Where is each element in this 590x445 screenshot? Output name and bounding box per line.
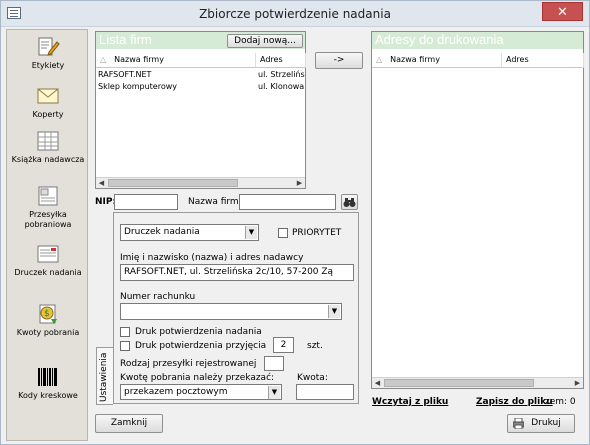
print-list-panel: Adresy do drukowania △ Nazwa firmy Adres …: [371, 31, 584, 389]
sidebar-item-label: Książka nadawcza: [11, 155, 85, 164]
print-accept-label: Druk potwierdzenia przyjęcia: [135, 341, 267, 351]
scroll-right-icon[interactable]: ▶: [294, 178, 305, 188]
sidebar-item-label: Przesyłka pobraniowa: [24, 210, 72, 229]
firm-address-cell: ul. Klonowa 2: [258, 82, 305, 91]
firms-list-panel: Lista firm Dodaj nową... △ Nazwa firmy Ad…: [95, 31, 306, 189]
firm-address-cell: ul. Strzelińsk: [258, 70, 305, 79]
sidebar-item-kwoty-pobrania[interactable]: $ Kwoty pobrania: [7, 303, 89, 338]
parcel-form-icon: [36, 185, 60, 207]
scroll-left-icon[interactable]: ◀: [372, 378, 383, 388]
sidebar-item-label: Koperty: [32, 110, 64, 119]
copies-input[interactable]: 2: [273, 337, 294, 353]
scroll-thumb[interactable]: [384, 379, 534, 387]
scroll-left-icon[interactable]: ◀: [96, 178, 107, 188]
column-header-name[interactable]: △ Nazwa firmy: [372, 53, 502, 68]
sidebar-item-druczek-nadania[interactable]: Druczek nadania: [7, 243, 89, 278]
sidebar-item-przesylka-pobraniowa[interactable]: Przesyłka pobraniowa: [7, 185, 89, 230]
firms-horizontal-scrollbar[interactable]: ◀ ▶: [96, 177, 305, 188]
sidebar-item-kody-kreskowe[interactable]: Kody kreskowe: [7, 366, 89, 401]
sidebar-item-label: Kody kreskowe: [18, 391, 78, 400]
save-to-file-link[interactable]: Zapisz do pliku: [476, 397, 553, 407]
sidebar-item-ksiazka-nadawcza[interactable]: Książka nadawcza: [7, 130, 89, 165]
load-from-file-link[interactable]: Wczytaj z pliku: [372, 397, 448, 407]
chevron-down-icon: ▼: [245, 226, 257, 239]
sidebar-item-label: Etykiety: [31, 61, 65, 70]
add-firm-button[interactable]: Dodaj nową...: [227, 34, 303, 48]
print-accept-checkbox[interactable]: [120, 341, 130, 351]
chevron-down-icon: ▼: [268, 386, 280, 399]
cod-label: Kwotę pobrania należy przekazać:: [120, 373, 275, 383]
settings-panel: Druczek nadania ▼ PRIORYTET Imię i nazwi…: [113, 212, 359, 404]
firm-name-cell: RAFSOFT.NET: [98, 70, 152, 79]
name-filter-label: Nazwa firmy:: [188, 197, 247, 207]
shipment-type-label: Rodzaj przesyłki rejestrowanej: [120, 359, 257, 369]
label-pen-icon: [36, 36, 60, 58]
sidebar-item-etykiety[interactable]: Etykiety: [7, 36, 89, 71]
print-confirm-label: Druk potwierdzenia nadania: [135, 327, 262, 337]
column-header-address[interactable]: Adres: [256, 53, 306, 68]
copies-unit-label: szt.: [307, 341, 323, 351]
amount-input[interactable]: [296, 384, 354, 400]
tab-ustawienia[interactable]: Ustawienia: [96, 347, 113, 405]
sender-input[interactable]: RAFSOFT.NET, ul. Strzelińska 2c/10, 57-2…: [120, 264, 354, 281]
sidebar-item-koperty[interactable]: Koperty: [7, 85, 89, 120]
envelope-icon: [36, 85, 60, 107]
main-window: Zbiorcze potwierdzenie nadania ✕ Etykiet…: [0, 0, 590, 445]
print-horizontal-scrollbar[interactable]: ◀ ▶: [372, 377, 583, 388]
column-header-name[interactable]: △ Nazwa firmy: [96, 53, 256, 68]
close-button[interactable]: Zamknij: [95, 414, 163, 433]
transfer-button[interactable]: ->: [315, 52, 363, 69]
print-confirm-checkbox[interactable]: [120, 327, 130, 337]
svg-text:$: $: [44, 309, 50, 319]
account-select[interactable]: ▼: [120, 303, 342, 320]
close-window-button[interactable]: ✕: [542, 2, 583, 21]
sidebar-item-label: Kwoty pobrania: [16, 328, 80, 337]
scroll-right-icon[interactable]: ▶: [572, 378, 583, 388]
priority-checkbox[interactable]: [278, 228, 288, 238]
print-button[interactable]: Drukuj: [507, 414, 575, 433]
sidebar: Etykiety Koperty Książka nadawcza Przesy…: [6, 29, 88, 441]
print-list-header: Adresy do drukowania: [372, 32, 583, 49]
sender-label: Imię i nazwisko (nazwa) i adres nadawcy: [120, 253, 304, 263]
name-filter-input[interactable]: [239, 194, 336, 210]
sidebar-item-label: Druczek nadania: [14, 268, 82, 277]
count-label: zem: 0: [545, 397, 576, 407]
printer-icon: [512, 417, 525, 436]
firm-name-cell: Sklep komputerowy: [98, 82, 178, 91]
cod-method-select[interactable]: przekazem pocztowym ▼: [120, 384, 282, 400]
title-bar: Zbiorcze potwierdzenie nadania ✕: [1, 1, 589, 27]
chevron-down-icon: ▼: [328, 305, 340, 318]
search-button[interactable]: [341, 194, 358, 210]
form-document-icon: [36, 243, 60, 265]
column-header-address[interactable]: Adres: [502, 53, 584, 68]
barcode-icon: [36, 366, 60, 388]
account-label: Numer rachunku: [120, 292, 196, 302]
window-title: Zbiorcze potwierdzenie nadania: [199, 7, 391, 21]
shipment-type-input[interactable]: [264, 356, 284, 371]
priority-label: PRIORYTET: [292, 228, 342, 238]
book-grid-icon: [36, 130, 60, 152]
nip-label: NIP:: [95, 197, 117, 207]
form-type-select[interactable]: Druczek nadania ▼: [120, 224, 259, 241]
money-document-icon: $: [36, 303, 60, 325]
amount-label: Kwota:: [297, 373, 328, 383]
scroll-thumb[interactable]: [108, 179, 238, 187]
nip-input[interactable]: [114, 194, 178, 210]
